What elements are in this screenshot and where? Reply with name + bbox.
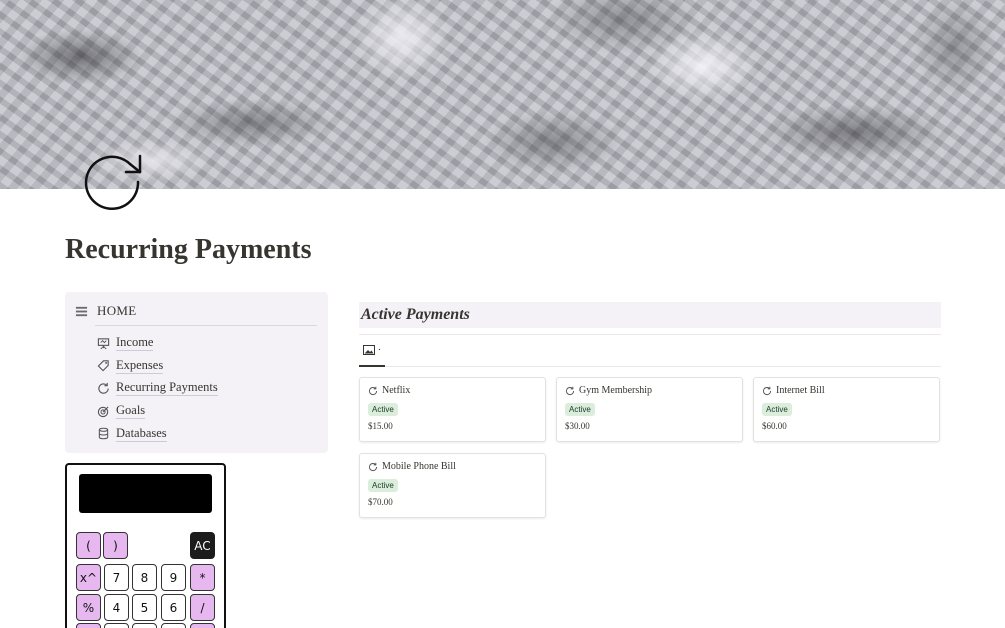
card-amount: $15.00 [368,421,393,431]
card-name: Gym Membership [579,385,653,396]
calc-key-7[interactable]: 7 [104,564,129,591]
nav-item-label: Income [116,335,154,352]
calc-key-partial[interactable] [76,623,101,628]
card-title: Internet Bill [762,385,825,396]
calculator-display [79,474,212,513]
card-name: Internet Bill [776,385,825,396]
home-link[interactable]: HOME [75,303,136,319]
calc-key-6[interactable]: 6 [161,594,186,621]
nav-item-label: Expenses [116,357,164,374]
nav-item-label: Databases [116,425,167,442]
payment-card-mobile-phone-bill[interactable]: Mobile Phone Bill Active $70.00 [359,453,546,518]
page-title: Recurring Payments [65,234,312,265]
refresh-icon [369,386,378,395]
nav-item-expenses[interactable]: Expenses [97,355,218,378]
calculator-widget: ( ) AC x^ 7 8 9 * % 4 5 6 / [65,463,226,628]
target-icon [97,405,110,418]
image-icon [362,345,375,355]
calc-key-modulo[interactable]: % [76,594,101,621]
calc-key-partial[interactable] [161,623,186,628]
calc-key-4[interactable]: 4 [104,594,129,621]
nav-list: Income Expenses Recurring Payments Goals… [97,332,218,445]
calc-key-5[interactable]: 5 [132,594,157,621]
view-tabs-bar: · [359,334,941,367]
nav-item-recurring-payments[interactable]: Recurring Payments [97,377,218,400]
nav-item-label: Goals [116,403,146,420]
card-title: Netflix [368,385,410,396]
database-title[interactable]: Active Payments [361,306,939,324]
nav-item-label: Recurring Payments [116,380,218,397]
refresh-icon [369,462,378,471]
view-tab-label: · [377,344,382,356]
card-title: Mobile Phone Bill [368,461,456,472]
calc-key-left-paren[interactable]: ( [76,532,101,559]
calc-key-power[interactable]: x^ [76,564,101,591]
database-header: Active Payments [359,302,941,328]
refresh-icon [763,386,772,395]
card-amount: $60.00 [762,421,787,431]
card-amount: $70.00 [368,497,393,507]
calc-key-partial[interactable] [132,623,157,628]
nav-item-goals[interactable]: Goals [97,400,218,423]
calc-key-clear[interactable]: AC [190,532,215,559]
nav-item-databases[interactable]: Databases [97,422,218,445]
calc-key-partial[interactable] [104,623,129,628]
card-title: Gym Membership [565,385,652,396]
payment-card-gym-membership[interactable]: Gym Membership Active $30.00 [556,377,743,442]
database-icon [97,427,110,440]
card-amount: $30.00 [565,421,590,431]
status-badge: Active [565,403,595,416]
cover-image [0,0,1005,189]
nav-item-income[interactable]: Income [97,332,218,355]
calc-key-divide[interactable]: / [190,594,215,621]
list-icon [75,305,88,318]
tag-icon [97,359,110,372]
gallery-view-tab[interactable]: · [359,335,385,367]
status-badge: Active [368,479,398,492]
status-badge: Active [762,403,792,416]
calc-key-multiply[interactable]: * [190,564,215,591]
payment-card-internet-bill[interactable]: Internet Bill Active $60.00 [753,377,940,442]
calc-key-8[interactable]: 8 [132,564,157,591]
calc-key-right-paren[interactable]: ) [103,532,128,559]
refresh-icon [97,382,110,395]
payment-card-netflix[interactable]: Netflix Active $15.00 [359,377,546,442]
card-name: Netflix [382,385,411,396]
calc-key-9[interactable]: 9 [161,564,186,591]
refresh-icon [82,152,148,218]
status-badge: Active [368,403,398,416]
calc-key-partial[interactable] [190,623,215,628]
refresh-icon [566,386,575,395]
card-name: Mobile Phone Bill [382,461,456,472]
home-navigation-panel: HOME Income Expenses Recurring Payments [65,292,328,453]
divider [95,325,317,326]
home-label: HOME [97,303,137,318]
presentation-icon [97,337,110,350]
